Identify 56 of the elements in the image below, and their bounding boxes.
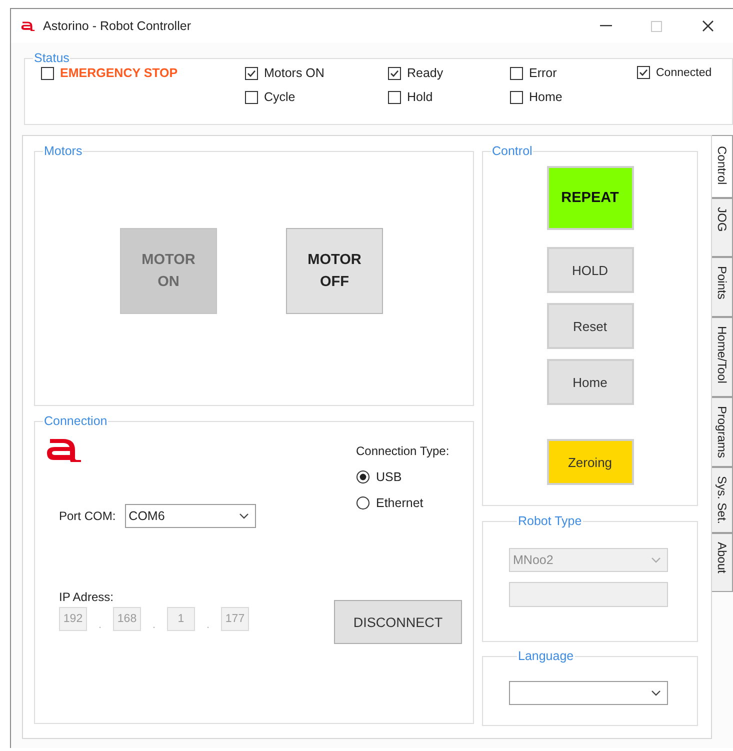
- side-tab[interactable]: Sys. Set.: [712, 467, 733, 533]
- checkbox[interactable]: [245, 90, 258, 104]
- radio-button[interactable]: [356, 496, 370, 510]
- language-combo[interactable]: [509, 681, 668, 705]
- checkbox[interactable]: [637, 66, 650, 79]
- side-tab[interactable]: Points: [712, 257, 733, 317]
- checkbox[interactable]: [245, 66, 258, 80]
- ip-separator: .: [152, 620, 156, 631]
- checkbox-label[interactable]: Home: [529, 90, 562, 104]
- logo-icon: [21, 21, 35, 31]
- chevron-icon: [238, 513, 249, 519]
- side-tab[interactable]: Programs: [712, 397, 733, 467]
- group-title: Motors: [43, 144, 84, 158]
- checkbox-label[interactable]: Cycle: [264, 90, 296, 104]
- disconnect-button[interactable]: DISCONNECT: [334, 600, 462, 644]
- side-tab[interactable]: Home/Tool: [712, 317, 733, 397]
- side-tab[interactable]: Control: [712, 135, 733, 198]
- radio-button[interactable]: [356, 470, 370, 484]
- group-title: Connection: [43, 414, 108, 428]
- text-field[interactable]: [509, 582, 668, 607]
- side-tab[interactable]: About: [712, 533, 733, 592]
- checkbox-label[interactable]: Ready: [407, 66, 444, 80]
- group-title: Control: [491, 144, 534, 158]
- checkbox[interactable]: [41, 66, 54, 80]
- radio-label[interactable]: USB: [376, 470, 402, 484]
- control-button[interactable]: REPEAT: [546, 166, 634, 230]
- port-label: Port COM:: [59, 509, 116, 523]
- group-title: Status: [33, 51, 70, 65]
- group-title: Robot Type: [517, 514, 583, 528]
- port-combo[interactable]: COM6: [124, 504, 256, 528]
- control-button[interactable]: Zeroing: [546, 439, 634, 485]
- ip-label: IP Adress:: [59, 590, 114, 604]
- side-tab[interactable]: JOG: [712, 198, 733, 257]
- window-title: Astorino - Robot Controller: [43, 19, 191, 33]
- checkbox[interactable]: [388, 66, 401, 80]
- control-button[interactable]: Home: [546, 359, 634, 405]
- close-icon[interactable]: [702, 20, 714, 32]
- ip-separator: .: [206, 620, 210, 631]
- radio-label[interactable]: Ethernet: [376, 496, 424, 510]
- checkbox[interactable]: [510, 66, 523, 80]
- checkbox-label[interactable]: Motors ON: [264, 66, 324, 80]
- checkbox-label[interactable]: Hold: [407, 90, 433, 104]
- connection-type-label: Connection Type:: [356, 444, 450, 458]
- checkbox[interactable]: [388, 90, 401, 104]
- chevron-icon: [651, 690, 661, 696]
- ip-separator: .: [98, 620, 102, 631]
- motor-button[interactable]: MOTOR OFF: [286, 228, 383, 314]
- checkbox[interactable]: [510, 90, 523, 104]
- logo-icon: [46, 438, 82, 462]
- group-title: Language: [517, 649, 575, 663]
- control-button[interactable]: HOLD: [546, 247, 634, 293]
- checkbox-label[interactable]: Error: [529, 66, 557, 80]
- checkbox-label[interactable]: Connected: [656, 66, 712, 78]
- control-button[interactable]: Reset: [546, 303, 634, 349]
- minimize-icon[interactable]: [600, 25, 612, 27]
- chevron-icon: [651, 557, 661, 563]
